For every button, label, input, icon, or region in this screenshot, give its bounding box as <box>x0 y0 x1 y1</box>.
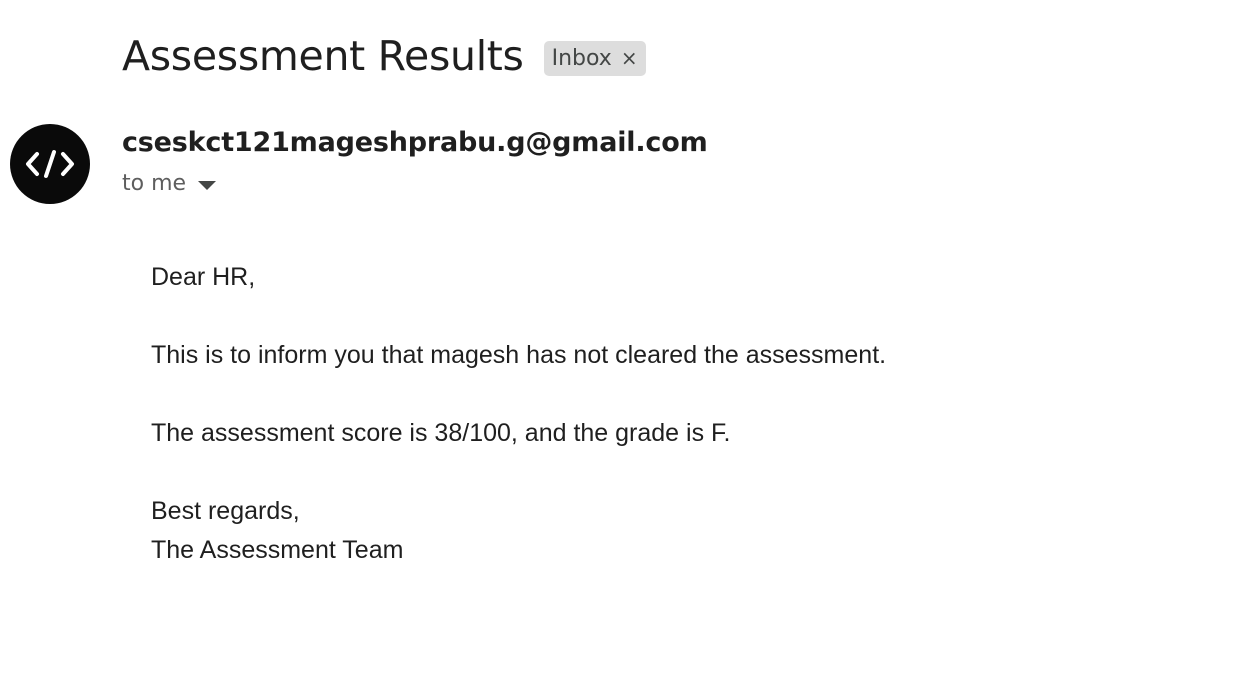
body-line-2: The assessment score is 38/100, and the … <box>151 419 731 447</box>
recipient-details-toggle[interactable]: to me <box>122 168 217 200</box>
body-signature: The Assessment Team <box>151 536 404 564</box>
email-body: Dear HR, This is to inform you that mage… <box>151 258 886 570</box>
sender-avatar[interactable] <box>10 124 90 204</box>
label-text: Inbox <box>551 45 612 71</box>
body-closing: Best regards, <box>151 497 300 525</box>
email-view: Assessment Results Inbox × cseskct121mag… <box>0 0 1252 682</box>
email-subject: Assessment Results <box>122 32 524 80</box>
body-greeting: Dear HR, <box>151 263 256 291</box>
body-line-1: This is to inform you that magesh has no… <box>151 341 887 369</box>
subject-row: Assessment Results Inbox × <box>122 30 646 82</box>
inbox-label-chip[interactable]: Inbox × <box>543 40 646 76</box>
recipient-text: to me <box>122 171 187 196</box>
sender-address[interactable]: cseskct121mageshprabu.g@gmail.com <box>122 124 708 162</box>
code-brackets-icon <box>26 150 74 178</box>
remove-label-icon[interactable]: × <box>621 48 638 68</box>
caret-down-icon[interactable] <box>198 180 217 190</box>
